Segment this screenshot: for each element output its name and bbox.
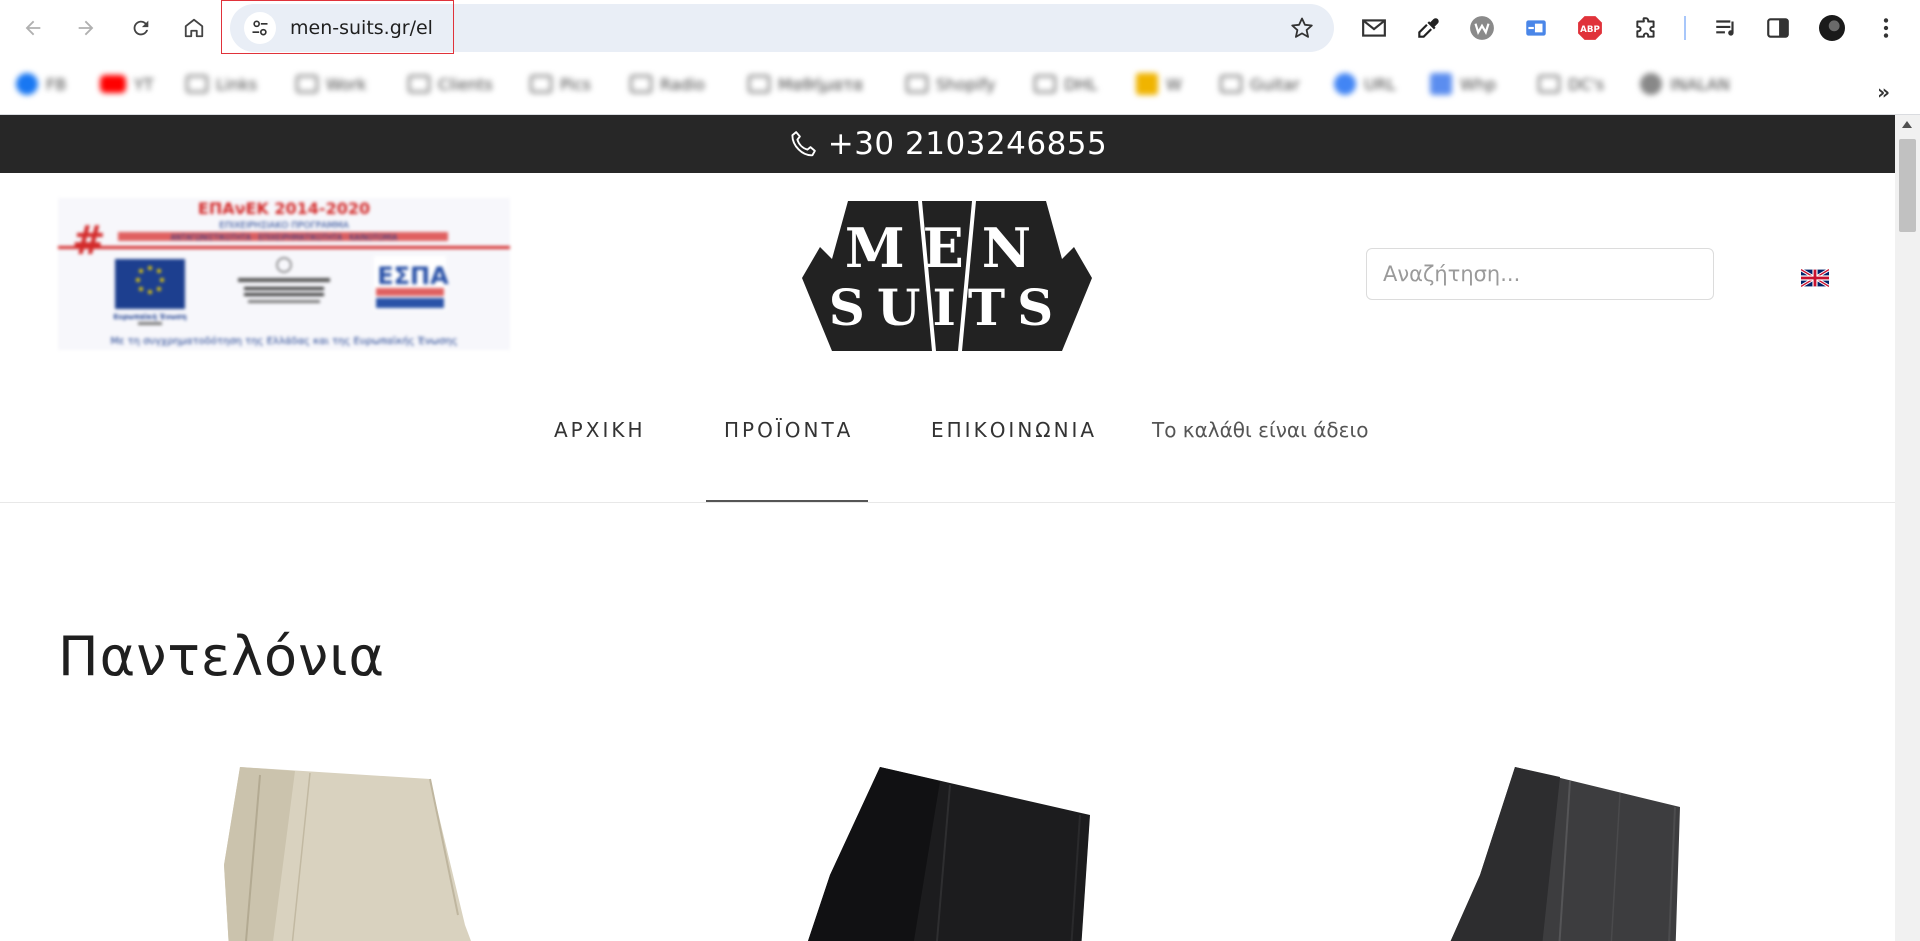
arrow-left-icon — [25, 20, 41, 36]
nav-bottom-border — [0, 502, 1895, 503]
search-input[interactable] — [1367, 249, 1713, 299]
nav-cart-status[interactable]: Το καλάθι είναι άδειο — [1152, 400, 1368, 460]
browser-toolbar: men-suits.gr/el ABP — [0, 0, 1920, 56]
nav-products[interactable]: ΠΡΟΪΟΝΤΑ — [724, 400, 853, 460]
bookmark-url[interactable]: URL — [1334, 70, 1396, 98]
scroll-up-arrow-icon[interactable] — [1902, 121, 1912, 128]
phone-number[interactable]: +30 2103246855 — [828, 126, 1108, 162]
bookmarks-overflow-icon[interactable]: » — [1877, 80, 1890, 104]
banner-eu-label: Ευρωπαϊκή Ένωση — [113, 313, 186, 321]
bookmark-work[interactable]: Work — [296, 70, 367, 98]
bookmark-inalan[interactable]: INALAN — [1640, 70, 1730, 98]
w-extension-icon[interactable] — [1468, 14, 1496, 42]
mail-extension-icon[interactable] — [1360, 14, 1388, 42]
banner-footer: Με τη συγχρηματοδότηση της Ελλάδας και τ… — [110, 335, 457, 347]
search-box[interactable] — [1366, 248, 1714, 300]
puzzle-icon[interactable] — [1632, 14, 1660, 42]
side-panel-icon[interactable] — [1764, 14, 1792, 42]
bookmark-yt[interactable]: YT — [100, 70, 154, 98]
page-viewport: +30 2103246855 ΕΠΑνΕΚ 2014-2020 ΕΠΙΧΕΙΡΗ… — [0, 115, 1895, 941]
banner-program: ΑΝΤΑΓΩΝΙΣΤΙΚΟΤΗΤΑ · ΕΠΙΧΕΙΡΗΜΑΤΙΚΟΤΗΤΑ ·… — [171, 233, 399, 242]
nav-home[interactable]: ΑΡΧΙΚΗ — [554, 400, 646, 460]
svg-text:#: # — [72, 218, 106, 264]
eyedropper-icon[interactable] — [1414, 14, 1442, 42]
home-button[interactable] — [176, 10, 212, 46]
toolbar-separator — [1684, 16, 1686, 40]
banner-espa-label: ΕΣΠΑ — [377, 262, 449, 290]
bookmark-guitar[interactable]: Guitar — [1220, 70, 1300, 98]
bookmark-fb[interactable]: FB — [16, 70, 66, 98]
contact-topbar: +30 2103246855 — [0, 115, 1895, 173]
phone-icon — [788, 129, 818, 159]
banner-subtitle: ΕΠΙΧΕΙΡΗΣΙΑΚΟ ΠΡΟΓΡΑΜΜΑ — [219, 221, 350, 231]
menu-kebab-icon[interactable] — [1872, 14, 1900, 42]
product-image-beige-trousers[interactable] — [200, 765, 530, 941]
adblock-plus-icon[interactable]: ABP — [1576, 14, 1604, 42]
back-button[interactable] — [15, 10, 51, 46]
bookmark-whp[interactable]: Whp — [1430, 70, 1496, 98]
reload-icon — [133, 20, 149, 36]
product-image-charcoal-trousers[interactable] — [1420, 765, 1750, 941]
arrow-right-icon — [78, 20, 94, 36]
main-navigation: ΑΡΧΙΚΗ ΠΡΟΪΟΝΤΑ ΕΠΙΚΟΙΝΩΝΙΑ Το καλάθι εί… — [0, 400, 1895, 460]
logo-line-1: MEN — [845, 216, 1049, 280]
bookmark-dhl[interactable]: DHL — [1034, 70, 1097, 98]
url-highlight-box — [221, 0, 454, 54]
english-flag-icon[interactable] — [1801, 269, 1829, 287]
bookmark-clients[interactable]: Clients — [408, 70, 493, 98]
translate-extension-icon[interactable] — [1522, 14, 1550, 42]
bookmark-radio[interactable]: Radio — [630, 70, 705, 98]
page-scrollbar[interactable] — [1895, 115, 1920, 941]
nav-contact[interactable]: ΕΠΙΚΟΙΝΩΝΙΑ — [931, 400, 1097, 460]
bookmark-shopify[interactable]: Shopify — [906, 70, 996, 98]
profile-avatar-icon[interactable] — [1818, 14, 1846, 42]
media-control-icon[interactable] — [1712, 14, 1740, 42]
bookmark-w[interactable]: W — [1136, 70, 1182, 98]
bookmark-mathimata[interactable]: Μαθήματα — [748, 70, 863, 98]
espa-banner[interactable]: ΕΠΑνΕΚ 2014-2020 ΕΠΙΧΕΙΡΗΣΙΑΚΟ ΠΡΟΓΡΑΜΜΑ… — [58, 198, 510, 350]
bookmark-links[interactable]: Links — [186, 70, 257, 98]
page-title: Παντελόνια — [58, 625, 386, 688]
bookmark-star-icon[interactable] — [1290, 16, 1314, 40]
home-icon — [184, 18, 204, 38]
logo-line-2: SUITS — [829, 278, 1065, 337]
bookmarks-bar: FB YT Links Work Clients Pics Radio Μαθή… — [0, 56, 1920, 116]
forward-button[interactable] — [68, 10, 104, 46]
men-suits-logo[interactable]: MEN SUITS — [802, 201, 1092, 351]
product-image-black-trousers[interactable] — [790, 765, 1120, 941]
scroll-thumb[interactable] — [1899, 139, 1916, 232]
svg-text:ABP: ABP — [1580, 25, 1600, 35]
bookmark-pics[interactable]: Pics — [530, 70, 591, 98]
banner-title: ΕΠΑνΕΚ 2014-2020 — [198, 199, 370, 218]
bookmark-dcs[interactable]: DC's — [1538, 70, 1604, 98]
reload-button[interactable] — [123, 10, 159, 46]
